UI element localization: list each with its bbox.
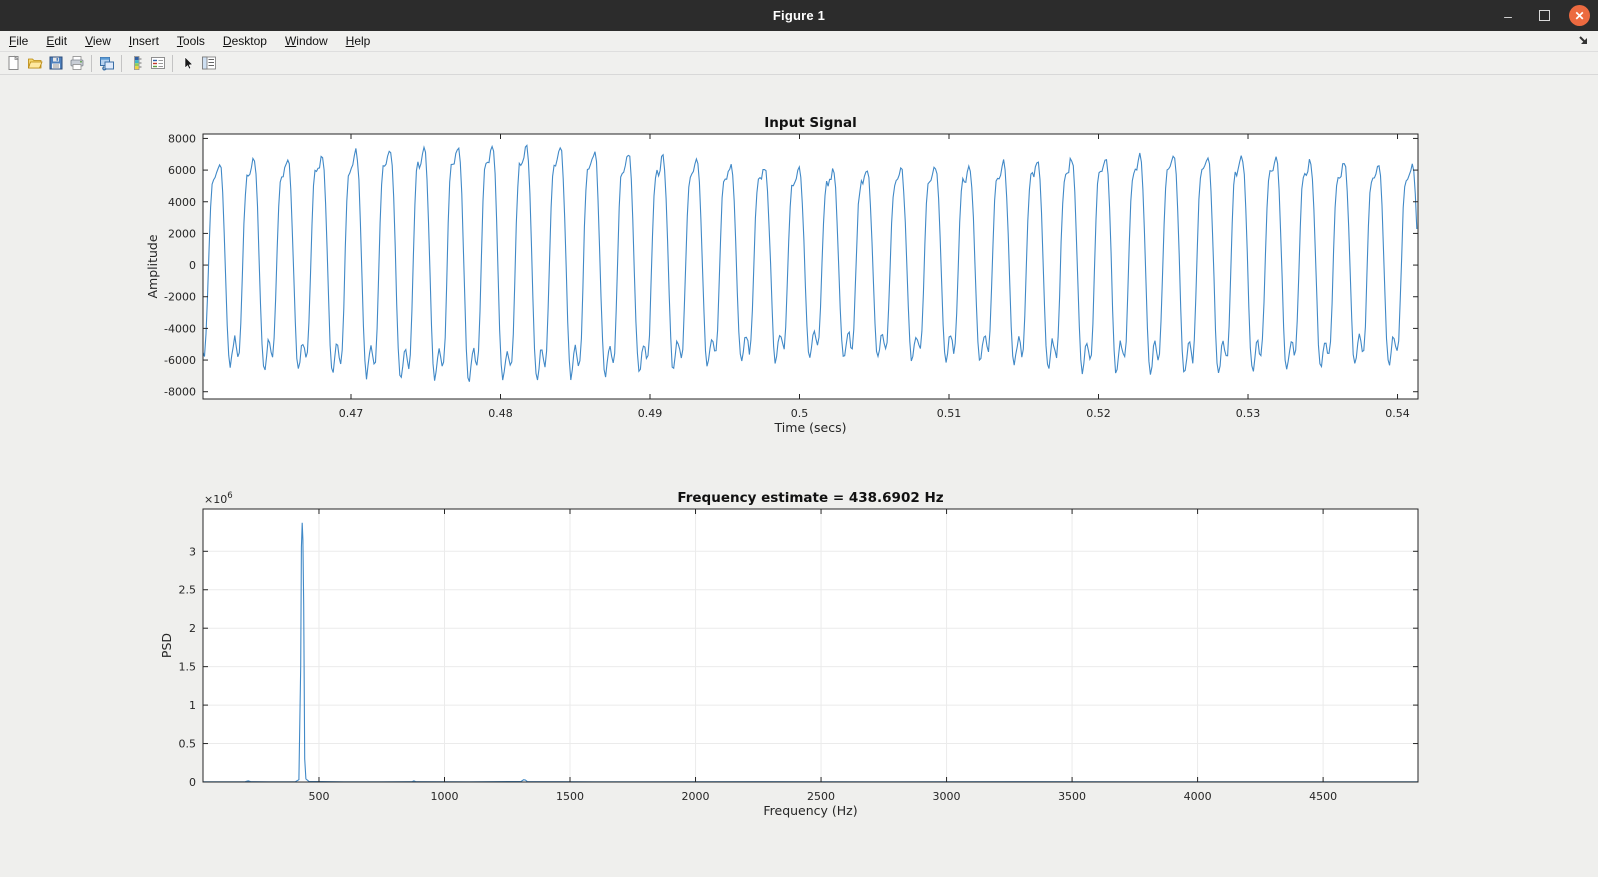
window-controls: – ✕	[1497, 0, 1590, 31]
svg-text:0: 0	[189, 259, 196, 272]
input-signal-plot: 0.47 0.48 0.49 0.5 0.51 0.52 0.53 0.54 -8000 -600…	[145, 115, 1418, 435]
plot-title: Input Signal	[764, 115, 856, 131]
svg-text:2.5: 2.5	[179, 584, 197, 597]
window-titlebar: Figure 1 – ✕	[0, 0, 1598, 31]
menu-bar: FileEditViewInsertToolsDesktopWindowHelp	[0, 31, 1598, 52]
svg-text:0.54: 0.54	[1385, 407, 1410, 420]
svg-text:0.52: 0.52	[1086, 407, 1111, 420]
svg-text:2000: 2000	[682, 790, 710, 803]
svg-text:0.47: 0.47	[339, 407, 364, 420]
svg-text:2: 2	[189, 622, 196, 635]
svg-text:500: 500	[308, 790, 329, 803]
svg-text:0.5: 0.5	[179, 738, 197, 751]
svg-text:2000: 2000	[168, 227, 196, 240]
y-axis-label: PSD	[159, 633, 174, 658]
svg-text:4000: 4000	[1184, 790, 1212, 803]
menu-item-view[interactable]: View	[76, 32, 120, 50]
insert-colorbar-button[interactable]	[126, 53, 147, 73]
property-inspector-icon	[201, 55, 217, 71]
open-file-button[interactable]	[24, 53, 45, 73]
toolbar-separator	[172, 55, 173, 72]
new-figure-icon	[6, 55, 22, 71]
insert-legend-icon	[150, 55, 166, 71]
svg-text:0.53: 0.53	[1236, 407, 1261, 420]
svg-text:3: 3	[189, 545, 196, 558]
x-axis-label: Frequency (Hz)	[763, 803, 857, 818]
menu-items: FileEditViewInsertToolsDesktopWindowHelp	[0, 32, 379, 50]
svg-text:0.5: 0.5	[791, 407, 809, 420]
svg-text:1.5: 1.5	[179, 661, 197, 674]
insert-legend-button[interactable]	[147, 53, 168, 73]
svg-text:-2000: -2000	[164, 291, 196, 304]
menu-item-insert[interactable]: Insert	[120, 32, 168, 50]
toolbar-separator	[91, 55, 92, 72]
svg-text:3500: 3500	[1058, 790, 1086, 803]
y-axis-label: Amplitude	[145, 234, 160, 298]
minimize-button[interactable]: –	[1497, 5, 1519, 27]
new-figure-button[interactable]	[3, 53, 24, 73]
menu-item-window[interactable]: Window	[276, 32, 337, 50]
link-plot-button[interactable]	[96, 53, 117, 73]
figure-canvas: 0.470.480.490.50.510.520.530.54-8000-600…	[0, 75, 1598, 877]
minimize-icon: –	[1504, 9, 1512, 23]
open-file-icon	[27, 55, 43, 71]
dock-figure-button[interactable]	[1576, 33, 1592, 49]
svg-text:4500: 4500	[1309, 790, 1337, 803]
svg-text:8000: 8000	[168, 132, 196, 145]
y-axis-exponent-label: ×106	[204, 491, 233, 506]
plots-svg: 0.470.480.490.50.510.520.530.54-8000-600…	[0, 75, 1598, 877]
svg-text:6000: 6000	[168, 164, 196, 177]
print-figure-button[interactable]	[66, 53, 87, 73]
svg-text:-8000: -8000	[164, 386, 196, 399]
menu-item-help[interactable]: Help	[337, 32, 380, 50]
svg-text:2500: 2500	[807, 790, 835, 803]
figure-toolbar	[0, 52, 1598, 75]
edit-plot-button[interactable]	[177, 53, 198, 73]
x-axis-label: Time (secs)	[774, 420, 847, 435]
plot-area	[203, 509, 1418, 782]
menu-item-tools[interactable]: Tools	[168, 32, 214, 50]
svg-text:-4000: -4000	[164, 322, 196, 335]
link-plot-icon	[99, 55, 115, 71]
svg-text:1500: 1500	[556, 790, 584, 803]
edit-plot-icon	[180, 55, 196, 71]
dock-figure-icon	[1576, 33, 1592, 49]
toolbar-separator	[121, 55, 122, 72]
menu-item-file[interactable]: File	[0, 32, 37, 50]
close-button[interactable]: ✕	[1569, 5, 1590, 26]
svg-text:1000: 1000	[430, 790, 458, 803]
menu-item-desktop[interactable]: Desktop	[214, 32, 276, 50]
maximize-button[interactable]	[1533, 5, 1555, 27]
print-figure-icon	[69, 55, 85, 71]
figure-window: Figure 1 – ✕ FileEditViewInsertToolsDesk…	[0, 0, 1598, 877]
svg-text:4000: 4000	[168, 196, 196, 209]
svg-text:1: 1	[189, 699, 196, 712]
svg-text:0.51: 0.51	[937, 407, 962, 420]
save-figure-button[interactable]	[45, 53, 66, 73]
svg-text:0.48: 0.48	[488, 407, 513, 420]
save-figure-icon	[48, 55, 64, 71]
svg-text:0: 0	[189, 776, 196, 789]
close-icon: ✕	[1574, 10, 1584, 22]
svg-text:0.49: 0.49	[638, 407, 663, 420]
window-title: Figure 1	[773, 8, 825, 23]
property-inspector-button[interactable]	[198, 53, 219, 73]
plot-title: Frequency estimate = 438.6902 Hz	[677, 490, 943, 506]
psd-plot: 500 1000 1500 2000 2500 3000 3500 4000 4500 0 0.5 1…	[159, 490, 1418, 818]
insert-colorbar-icon	[129, 55, 145, 71]
maximize-icon	[1539, 10, 1550, 21]
svg-text:3000: 3000	[933, 790, 961, 803]
svg-text:-6000: -6000	[164, 354, 196, 367]
menu-item-edit[interactable]: Edit	[37, 32, 76, 50]
